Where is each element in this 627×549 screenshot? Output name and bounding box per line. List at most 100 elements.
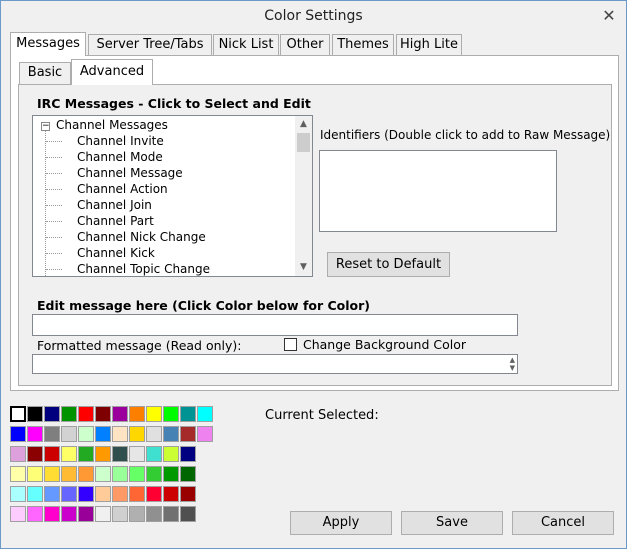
color-swatch[interactable] <box>27 426 43 442</box>
apply-button[interactable]: Apply <box>290 511 392 535</box>
color-swatch[interactable] <box>27 406 43 422</box>
current-selected-label: Current Selected: <box>265 408 379 423</box>
color-swatch[interactable] <box>146 446 162 462</box>
list-item-label: Channel Message <box>77 166 183 180</box>
color-swatch[interactable] <box>78 446 94 462</box>
color-swatch[interactable] <box>146 426 162 442</box>
tab-other[interactable]: Other <box>280 34 330 55</box>
tree-branch-line <box>46 157 62 158</box>
color-swatch[interactable] <box>163 486 179 502</box>
list-item-label: Channel Topic Change <box>77 262 211 276</box>
color-swatch[interactable] <box>163 506 179 522</box>
color-swatch[interactable] <box>180 486 196 502</box>
color-swatch[interactable] <box>197 426 213 442</box>
color-swatch[interactable] <box>61 426 77 442</box>
cancel-button[interactable]: Cancel <box>512 511 614 535</box>
color-swatch[interactable] <box>163 446 179 462</box>
color-swatch[interactable] <box>112 466 128 482</box>
color-swatch[interactable] <box>129 486 145 502</box>
color-swatch[interactable] <box>163 426 179 442</box>
color-swatch[interactable] <box>61 486 77 502</box>
subtab-basic[interactable]: Basic <box>19 62 71 84</box>
color-swatch[interactable] <box>95 486 111 502</box>
color-swatch[interactable] <box>146 466 162 482</box>
color-swatch[interactable] <box>10 466 26 482</box>
color-swatch[interactable] <box>180 466 196 482</box>
color-swatch[interactable] <box>27 486 43 502</box>
color-swatch[interactable] <box>10 486 26 502</box>
color-swatch[interactable] <box>78 486 94 502</box>
tree-branch-line <box>46 173 62 174</box>
color-swatch[interactable] <box>44 446 60 462</box>
color-swatch[interactable] <box>10 506 26 522</box>
color-swatch[interactable] <box>78 506 94 522</box>
tab-server-tree-tabs[interactable]: Server Tree/Tabs <box>88 34 212 55</box>
color-swatch[interactable] <box>10 406 26 422</box>
color-swatch[interactable] <box>61 506 77 522</box>
color-swatch[interactable] <box>95 466 111 482</box>
color-swatch[interactable] <box>27 446 43 462</box>
color-swatch[interactable] <box>95 426 111 442</box>
tab-nick-list[interactable]: Nick List <box>213 34 279 55</box>
collapse-icon[interactable]: − <box>41 122 50 131</box>
color-swatch[interactable] <box>61 466 77 482</box>
close-icon[interactable]: ✕ <box>600 7 618 25</box>
scroll-down-icon[interactable]: ▼ <box>295 259 312 276</box>
color-swatch[interactable] <box>78 426 94 442</box>
color-swatch[interactable] <box>44 406 60 422</box>
color-swatch[interactable] <box>27 506 43 522</box>
color-swatch[interactable] <box>146 486 162 502</box>
color-swatch[interactable] <box>129 406 145 422</box>
identifiers-list[interactable] <box>319 150 557 232</box>
tab-high-lite[interactable]: High Lite <box>396 34 462 55</box>
scroll-thumb[interactable] <box>297 133 310 152</box>
scroll-up-icon[interactable]: ▲ <box>295 116 312 133</box>
color-swatch[interactable] <box>180 446 196 462</box>
color-swatch[interactable] <box>44 506 60 522</box>
color-swatch[interactable] <box>61 406 77 422</box>
color-swatch[interactable] <box>10 446 26 462</box>
color-swatch[interactable] <box>180 426 196 442</box>
color-swatch[interactable] <box>146 406 162 422</box>
change-background-checkbox[interactable] <box>284 338 297 351</box>
color-swatch[interactable] <box>180 506 196 522</box>
color-swatch[interactable] <box>197 406 213 422</box>
color-swatch[interactable] <box>61 446 77 462</box>
tree-guide-line <box>45 130 46 276</box>
color-swatch[interactable] <box>163 406 179 422</box>
color-swatch[interactable] <box>112 406 128 422</box>
color-swatch[interactable] <box>163 466 179 482</box>
subtab-advanced[interactable]: Advanced <box>71 59 153 85</box>
tab-messages[interactable]: Messages <box>10 32 86 56</box>
color-swatch[interactable] <box>112 486 128 502</box>
advanced-panel: IRC Messages - Click to Select and Edit … <box>18 84 612 386</box>
spin-arrows-icon[interactable]: ▲ ▼ <box>510 356 515 372</box>
color-swatch[interactable] <box>44 486 60 502</box>
edit-message-input[interactable] <box>32 314 518 336</box>
color-swatch[interactable] <box>78 406 94 422</box>
color-swatch[interactable] <box>112 446 128 462</box>
color-swatch[interactable] <box>78 466 94 482</box>
color-swatch[interactable] <box>44 426 60 442</box>
tree-scrollbar[interactable]: ▲ ▼ <box>295 116 312 276</box>
color-swatch[interactable] <box>129 446 145 462</box>
color-swatch[interactable] <box>180 406 196 422</box>
color-swatch[interactable] <box>95 446 111 462</box>
color-swatch[interactable] <box>146 506 162 522</box>
save-button[interactable]: Save <box>401 511 503 535</box>
color-swatch[interactable] <box>129 506 145 522</box>
color-swatch[interactable] <box>10 426 26 442</box>
color-swatch[interactable] <box>95 406 111 422</box>
tab-themes[interactable]: Themes <box>332 34 394 55</box>
tree-branch-line <box>46 269 62 270</box>
color-swatch[interactable] <box>112 426 128 442</box>
color-swatch[interactable] <box>129 426 145 442</box>
irc-messages-tree[interactable]: − Channel Messages Channel Invite Channe… <box>32 115 313 277</box>
title-bar: Color Settings ✕ <box>1 1 626 31</box>
color-swatch[interactable] <box>112 506 128 522</box>
color-swatch[interactable] <box>44 466 60 482</box>
color-swatch[interactable] <box>129 466 145 482</box>
reset-to-default-button[interactable]: Reset to Default <box>327 252 450 277</box>
color-swatch[interactable] <box>95 506 111 522</box>
color-swatch[interactable] <box>27 466 43 482</box>
